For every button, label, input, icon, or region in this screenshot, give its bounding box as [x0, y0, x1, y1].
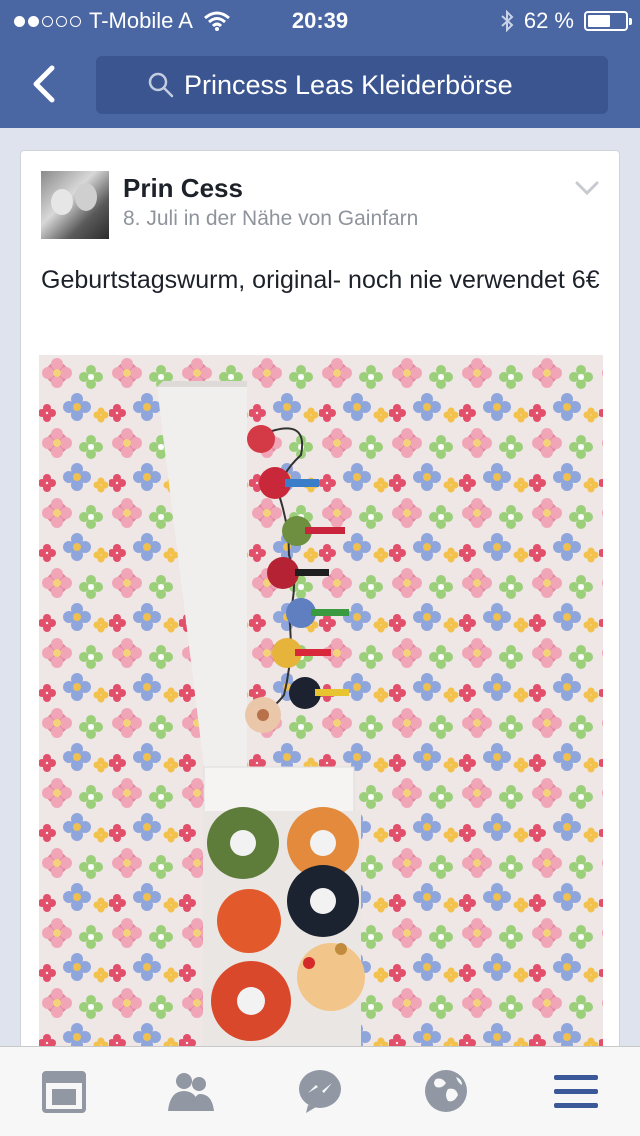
- news-feed-icon[interactable]: [40, 1067, 88, 1115]
- search-query: Princess Leas Kleiderbörse: [184, 69, 513, 100]
- messenger-icon[interactable]: [296, 1067, 344, 1115]
- friends-icon[interactable]: [166, 1067, 214, 1115]
- top-bar: T-Mobile A 20:39 62 % Princess Leas Klei…: [0, 0, 640, 128]
- post-text: Geburtstagswurm, original- noch nie verw…: [41, 266, 600, 294]
- status-bar: T-Mobile A 20:39 62 %: [0, 0, 640, 40]
- chevron-left-icon[interactable]: [26, 62, 66, 106]
- battery-icon: [584, 11, 632, 31]
- birthday-caterpillar-photo: [39, 355, 603, 1109]
- post-card: Prin Cess 8. Juli in der Nähe von Gainfa…: [20, 150, 620, 1110]
- menu-icon[interactable]: [552, 1067, 600, 1115]
- globe-icon[interactable]: [422, 1067, 470, 1115]
- post-meta: 8. Juli in der Nähe von Gainfarn: [123, 207, 419, 230]
- avatar[interactable]: [41, 171, 109, 239]
- post-photo[interactable]: [39, 355, 603, 1109]
- post-author[interactable]: Prin Cess: [123, 173, 243, 204]
- search-input[interactable]: Princess Leas Kleiderbörse: [96, 56, 608, 114]
- bluetooth-icon: [501, 10, 514, 32]
- search-icon: [148, 72, 174, 98]
- chevron-down-icon[interactable]: [575, 181, 599, 195]
- battery-fill: [588, 15, 611, 27]
- tab-bar: [0, 1046, 640, 1136]
- battery-percent: 62 %: [523, 8, 574, 33]
- status-right-group: 62 %: [500, 8, 632, 34]
